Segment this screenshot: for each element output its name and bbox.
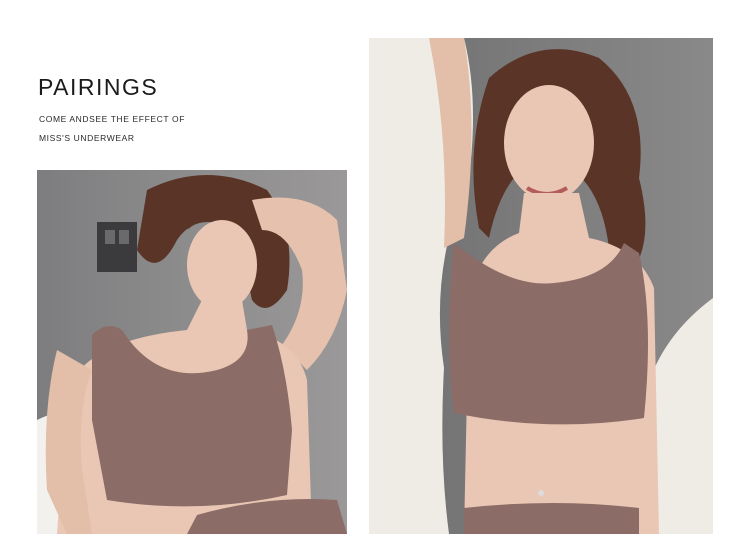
page-title: PAIRINGS <box>38 74 159 100</box>
model-left-photo <box>37 170 347 534</box>
piercing <box>538 490 544 496</box>
face <box>187 220 257 310</box>
subtitle-line-1: COME ANDSEE THE EFFECT OF <box>39 114 185 124</box>
model-right-photo <box>369 38 713 534</box>
face <box>504 85 594 201</box>
wall-switch <box>97 222 137 272</box>
subtitle-line-2: MISS'S UNDERWEAR <box>39 133 135 143</box>
